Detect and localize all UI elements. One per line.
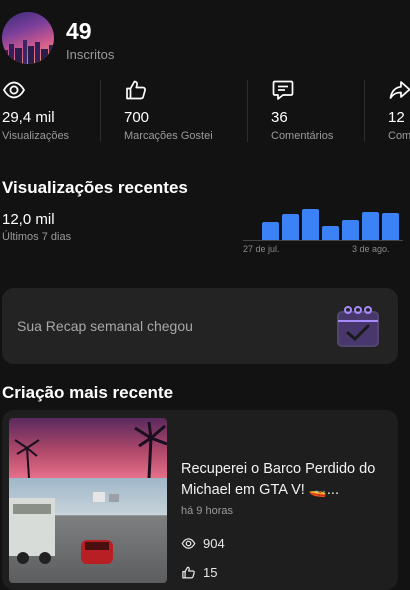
recent-views-total: 12,0 mil [2,211,55,228]
thumbs-up-icon [126,80,146,100]
sparkline-bar [302,209,319,240]
video-likes: 15 [203,565,218,580]
sparkline-bar [262,222,279,240]
eye-icon [2,81,26,99]
weekly-recap-text: Sua Recap semanal chegou [17,318,193,334]
stat-comments[interactable]: 36 Comentários [271,78,363,144]
sparkline-bar [282,214,299,240]
truck-and-car-image [9,492,119,564]
sparkline-axis [243,240,403,241]
stat-label: Comentários [271,130,334,142]
stat-label: Marcações Gostei [124,130,213,142]
sparkline-axis-end: 3 de ago. [352,244,390,254]
subscriber-count: 49 [66,18,92,44]
share-icon [389,81,410,99]
palm-trees-image [14,421,167,478]
sparkline-bar [362,212,379,240]
latest-creation-title: Criação mais recente [2,383,174,402]
avatar-skyline-image [2,40,54,64]
stat-views[interactable]: 29,4 mil Visualizações [2,78,97,144]
stat-divider [100,80,101,142]
recent-views-title: Visualizações recentes [2,178,188,197]
stat-value: 36 [271,109,288,126]
sparkline-bar [342,220,359,240]
video-thumbnail[interactable] [9,418,167,583]
stat-divider [247,80,248,142]
stat-label: Com [388,130,410,142]
subscriber-label: Inscritos [66,47,115,62]
sparkline-bar [322,226,339,240]
sparkline-axis-start: 27 de jul. [243,244,280,254]
sparkline-bar [382,213,399,240]
stat-value: 700 [124,109,150,126]
video-views: 904 [203,536,225,551]
stat-divider [364,80,365,142]
stat-value: 29,4 mil [2,109,55,126]
stat-shares[interactable]: 12 Com [388,78,410,144]
eye-icon [181,538,196,549]
video-time-ago: há 9 horas [181,505,233,517]
recent-views-period: Últimos 7 dias [2,231,72,243]
stat-label: Visualizações [2,130,70,142]
stat-likes[interactable]: 700 Marcações Gostei [124,78,244,144]
comment-icon [272,80,294,100]
video-title[interactable]: Recuperei o Barco Perdido do Michael em … [181,459,393,501]
calendar-recap-icon [337,306,379,347]
stat-value: 12 [388,109,405,126]
channel-avatar[interactable] [2,12,54,64]
thumbs-up-icon [182,566,195,579]
recent-views-sparkline[interactable] [262,200,400,240]
